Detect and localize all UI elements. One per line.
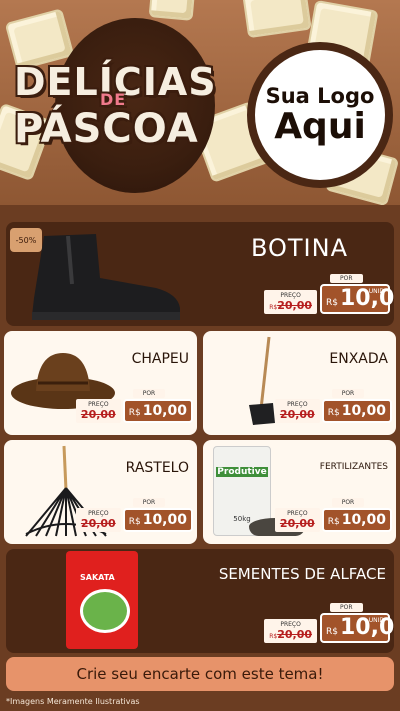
product-card-enxada[interactable]: ENXADA PREÇO 20,00 POR R$ 10,00 xyxy=(203,331,396,435)
product-name-enxada: ENXADA xyxy=(329,351,388,367)
old-price: PREÇO R$20,00 xyxy=(264,619,317,643)
product-card-sementes[interactable]: SAKATA SEMENTES DE ALFACE PREÇO R$20,00 P… xyxy=(6,549,394,653)
product-card-fertilizantes[interactable]: Produtive 50kg FERTILIZANTES PREÇO 20,00 … xyxy=(203,440,396,544)
chocolate-piece xyxy=(242,0,312,39)
pack-lettuce xyxy=(80,589,130,633)
price-tag-botina: PREÇOR$20,00 POR R$10,00 UNID xyxy=(264,274,394,314)
new-price: POR R$ 10,00 xyxy=(122,498,193,532)
seed-pack-image: SAKATA xyxy=(66,551,138,649)
cta-banner[interactable]: Crie seu encarte com este tema! xyxy=(6,657,394,691)
old-price: PREÇO R$20,00 xyxy=(264,290,317,314)
new-price: POR R$ 10,00 xyxy=(122,389,193,423)
bag-brand: Produtive xyxy=(216,467,268,477)
price-tag-sementes: PREÇOR$20,00 POR R$10,00 UNID xyxy=(264,603,394,643)
product-card-rastelo[interactable]: RASTELO PREÇO 20,00 POR R$ 10,00 xyxy=(4,440,197,544)
product-name-botina: BOTINA xyxy=(250,234,348,262)
product-name-sementes: SEMENTES DE ALFACE xyxy=(218,565,386,583)
chocolate-piece xyxy=(148,0,196,21)
price-tag-rastelo: PREÇO 20,00 POR R$ 10,00 xyxy=(75,498,193,532)
old-price: PREÇO 20,00 xyxy=(75,399,121,423)
new-price: POR R$10,00 UNID xyxy=(320,274,394,314)
hero-header: DELÍCIAS DE PÁSCOA Sua Logo Aqui xyxy=(0,0,400,205)
pack-brand: SAKATA xyxy=(80,573,115,582)
new-price: POR R$ 10,00 xyxy=(321,498,392,532)
old-price: PREÇO 20,00 xyxy=(274,508,320,532)
old-price: PREÇO 20,00 xyxy=(274,399,320,423)
logo-bottom-text: Aqui xyxy=(274,106,366,147)
new-price: POR R$ 10,00 xyxy=(321,389,392,423)
product-name-chapeu: CHAPEU xyxy=(131,351,189,367)
product-card-botina[interactable]: -50% BOTINA PREÇOR$20,00 POR R$10,00 UNI… xyxy=(6,222,394,326)
title-line2: PÁSCOA xyxy=(14,106,199,152)
new-price: POR R$10,00 UNID xyxy=(320,603,394,643)
logo-placeholder[interactable]: Sua Logo Aqui xyxy=(247,42,393,188)
price-tag-enxada: PREÇO 20,00 POR R$ 10,00 xyxy=(274,389,392,423)
old-price: PREÇO 20,00 xyxy=(75,508,121,532)
price-tag-fertilizantes: PREÇO 20,00 POR R$ 10,00 xyxy=(274,498,392,532)
logo-top-text: Sua Logo xyxy=(265,84,375,108)
price-tag-chapeu: PREÇO 20,00 POR R$ 10,00 xyxy=(75,389,193,423)
footnote: *Imagens Meramente Ilustrativas xyxy=(6,697,140,706)
product-card-chapeu[interactable]: CHAPEU PREÇO 20,00 POR R$ 10,00 xyxy=(4,331,197,435)
product-name-fertilizantes: FERTILIZANTES xyxy=(319,462,388,472)
product-name-rastelo: RASTELO xyxy=(125,460,189,476)
boot-image xyxy=(32,234,180,320)
